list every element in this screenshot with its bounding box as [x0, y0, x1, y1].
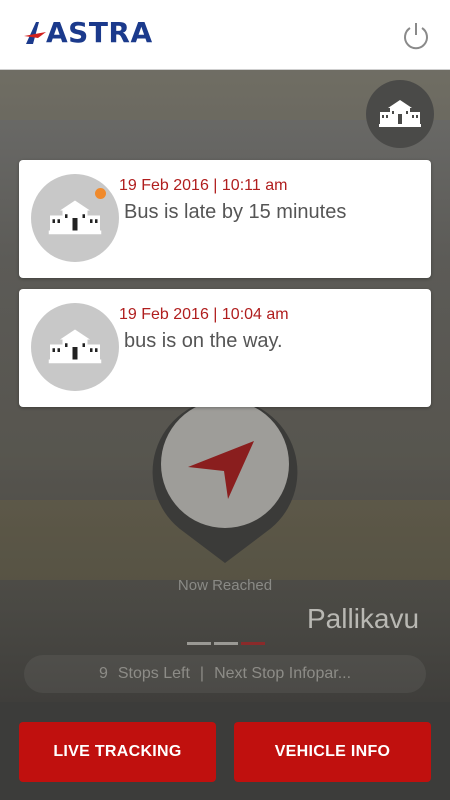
notification-time: 19 Feb 2016 | 10:11 am [119, 177, 288, 194]
notification-avatar [31, 303, 119, 391]
app-header: ASTRA [0, 0, 450, 70]
now-reached-label: Now Reached [177, 577, 273, 594]
notification-avatar [31, 174, 119, 262]
notification-card[interactable]: 19 Feb 2016 | 10:04 am bus is on the way… [19, 289, 431, 407]
page-indicator [187, 642, 265, 645]
school-icon [48, 329, 102, 364]
station-name: Pallikavu [307, 603, 420, 634]
vehicle-info-button[interactable]: VEHICLE INFO [234, 722, 431, 782]
astra-logo-mark-icon [24, 21, 46, 44]
page-dot-active [241, 642, 265, 645]
school-icon [379, 100, 421, 127]
direction-pin-icon [152, 399, 298, 563]
stops-info-bar: 9 Stops Left | Next Stop Infopar... [24, 655, 426, 693]
stops-separator: | [199, 665, 205, 682]
bottom-action-bar: LIVE TRACKING VEHICLE INFO [0, 702, 450, 800]
page-dot [187, 642, 211, 645]
notification-time: 19 Feb 2016 | 10:04 am [119, 306, 289, 323]
school-icon [48, 200, 102, 235]
school-button[interactable] [366, 80, 434, 148]
notification-message: Bus is late by 15 minutes [124, 201, 347, 223]
logo-text: ASTRA [46, 16, 153, 49]
power-icon[interactable] [400, 20, 432, 52]
page-dot [214, 642, 238, 645]
stops-label: Stops Left [117, 665, 190, 682]
notification-card[interactable]: 19 Feb 2016 | 10:11 am Bus is late by 15… [19, 160, 431, 278]
astra-logo: ASTRA [24, 16, 153, 49]
live-tracking-button[interactable]: LIVE TRACKING [19, 722, 216, 782]
next-stop: Next Stop Infopar... [214, 665, 352, 682]
unread-badge [95, 188, 106, 199]
stops-count: 9 [98, 665, 108, 682]
notification-message: bus is on the way. [124, 330, 283, 352]
